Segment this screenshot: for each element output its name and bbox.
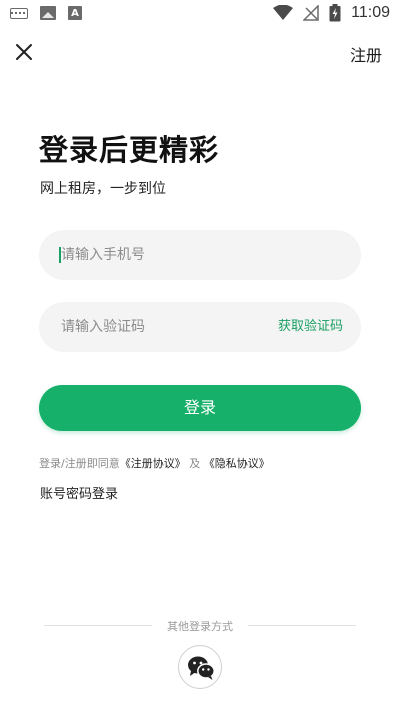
- verification-code-input[interactable]: [61, 302, 281, 352]
- privacy-protocol-link[interactable]: 《隐私协议》: [204, 457, 270, 470]
- code-field[interactable]: 获取验证码: [39, 302, 361, 352]
- wechat-icon: [188, 656, 215, 680]
- register-link[interactable]: 注册: [350, 42, 382, 66]
- agreement-prefix: 登录/注册即同意: [39, 457, 120, 470]
- page-subtitle: 网上租房，一步到位: [40, 181, 166, 197]
- battery-charging-icon: [329, 4, 341, 22]
- divider-right: [248, 625, 356, 626]
- phone-field[interactable]: [39, 230, 361, 280]
- login-page: A 11:09 注册 登录后更精彩 网上租房，一步到位 请输入手机号 请输入验证…: [0, 0, 400, 711]
- phone-input[interactable]: [61, 230, 281, 280]
- agreement-text: 登录/注册即同意《注册协议》 及 《隐私协议》: [39, 455, 270, 471]
- wifi-icon: [273, 5, 294, 20]
- status-bar: A 11:09: [0, 0, 400, 28]
- a-icon: A: [68, 6, 82, 20]
- keyboard-icon: [10, 7, 28, 19]
- get-code-button[interactable]: 获取验证码: [278, 302, 343, 352]
- close-icon: [16, 44, 32, 60]
- image-icon: [40, 6, 56, 20]
- agreement-and: 及: [189, 457, 201, 470]
- close-button[interactable]: [12, 40, 36, 64]
- wechat-login-button[interactable]: [178, 645, 222, 689]
- login-button[interactable]: 登录: [39, 385, 361, 431]
- password-login-link[interactable]: 账号密码登录: [40, 483, 118, 502]
- status-left-icons: A: [10, 6, 82, 20]
- page-title: 登录后更精彩: [39, 133, 220, 167]
- status-time: 11:09: [351, 4, 390, 21]
- other-login-label: 其他登录方式: [167, 620, 233, 633]
- divider-left: [44, 625, 152, 626]
- register-protocol-link[interactable]: 《注册协议》: [120, 457, 186, 470]
- no-signal-icon: [303, 5, 319, 21]
- status-right-icons: 11:09: [273, 4, 390, 22]
